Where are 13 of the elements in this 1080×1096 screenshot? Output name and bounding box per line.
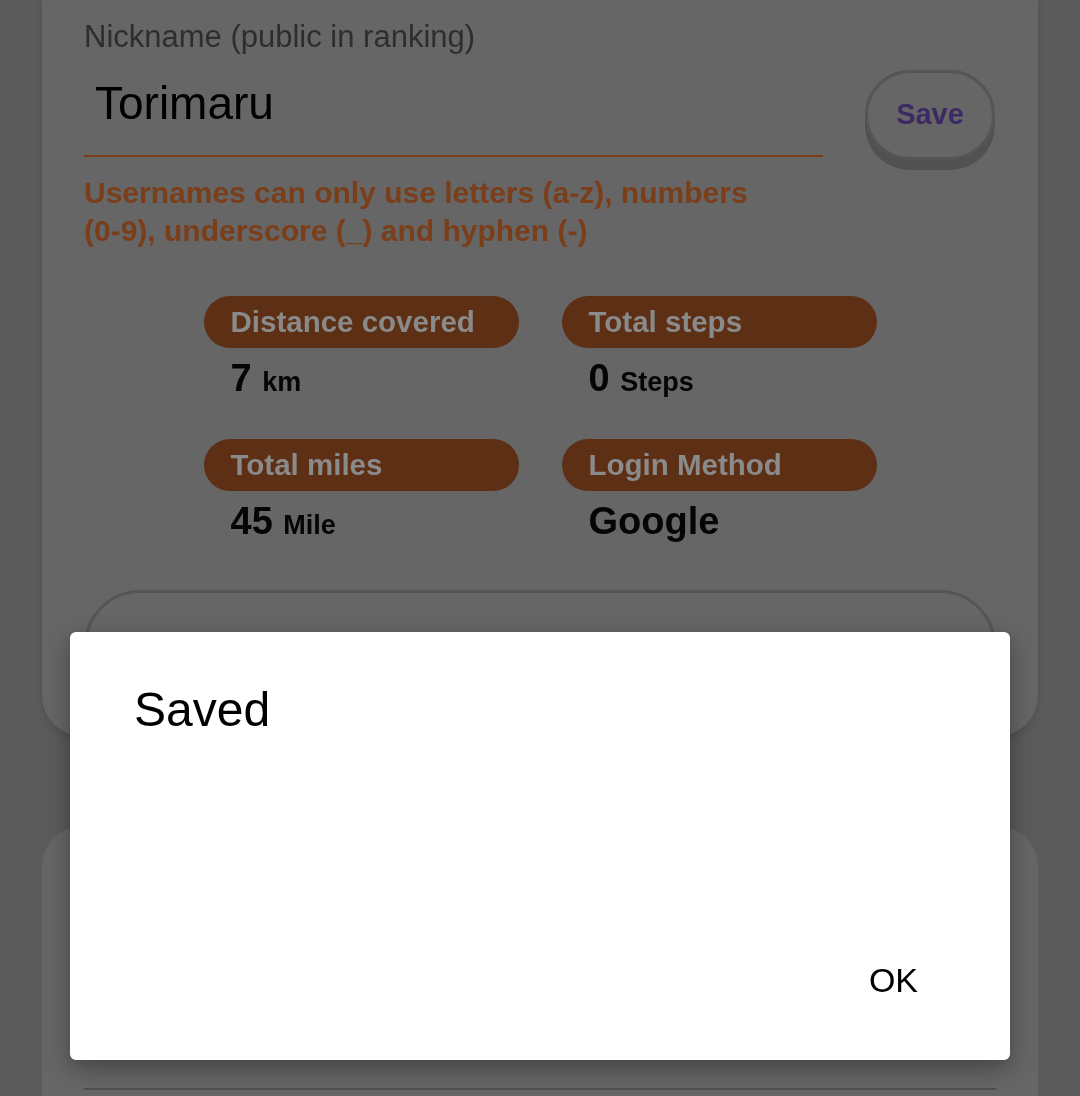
stat-label: Distance covered	[203, 296, 519, 348]
dialog-title: Saved	[134, 682, 271, 738]
stat-label: Total steps	[561, 296, 877, 348]
stat-value: Google	[587, 499, 721, 544]
stat-label: Login Method	[561, 439, 877, 491]
field-label: Nickname (public in ranking)	[84, 18, 477, 56]
ok-button[interactable]: OK	[848, 950, 938, 1010]
stat-value: 0 Steps	[587, 356, 695, 401]
stat-value: 7 km	[229, 356, 303, 401]
nickname-input[interactable]: Torimaru	[84, 62, 823, 157]
stat-value: 45 Mile	[229, 499, 337, 544]
error-message: Usernames can only use letters (a-z), numbers (0-9), underscore (_) and hyphen (-)	[84, 175, 749, 249]
stat-label: Total miles	[203, 439, 519, 491]
